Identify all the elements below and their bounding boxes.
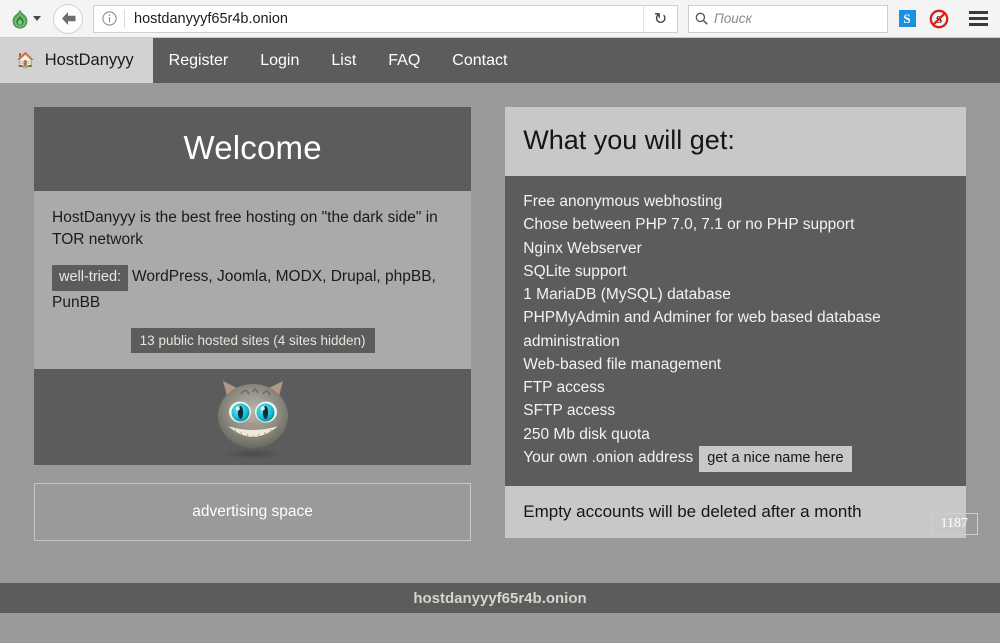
onion-address-label: Your own .onion address xyxy=(523,449,693,466)
sites-badge-wrapper: 13 public hosted sites (4 sites hidden) xyxy=(52,328,453,353)
advertising-space-label: advertising space xyxy=(192,503,313,521)
info-circle-icon[interactable] xyxy=(94,6,124,32)
list-item: 1 MariaDB (MySQL) database xyxy=(523,283,948,306)
chevron-down-icon xyxy=(33,16,41,21)
hamburger-bar xyxy=(969,23,988,26)
tor-button[interactable] xyxy=(6,6,45,32)
cheshire-cat-icon xyxy=(197,374,309,460)
nav-links: Register Login List FAQ Contact xyxy=(153,38,524,83)
left-column: Welcome HostDanyyy is the best free host… xyxy=(18,107,487,541)
cheshire-cat-panel xyxy=(34,369,471,465)
visitor-counter-badge: 1187 xyxy=(931,513,978,535)
get-nice-name-button[interactable]: get a nice name here xyxy=(699,446,851,472)
site-footer: hostdanyyyf65r4b.onion xyxy=(0,583,1000,613)
right-column: What you will get: Free anonymous webhos… xyxy=(487,107,982,541)
url-text[interactable]: hostdanyyyf65r4b.onion xyxy=(125,11,643,27)
hamburger-bar xyxy=(969,17,988,20)
features-panel: What you will get: Free anonymous webhos… xyxy=(505,107,966,538)
list-item: SFTP access xyxy=(523,399,948,422)
noscript-icon[interactable]: S xyxy=(926,6,952,32)
well-tried-badge: well-tried: xyxy=(52,265,128,291)
features-footer-note: Empty accounts will be deleted after a m… xyxy=(505,486,966,538)
list-item: FTP access xyxy=(523,376,948,399)
cms-line: well-tried:WordPress, Joomla, MODX, Drup… xyxy=(52,265,453,314)
search-input-placeholder[interactable]: Поиск xyxy=(714,11,752,26)
welcome-panel: Welcome HostDanyyy is the best free host… xyxy=(34,107,471,541)
features-heading: What you will get: xyxy=(505,107,966,176)
list-item: Free anonymous webhosting xyxy=(523,190,948,213)
welcome-heading: Welcome xyxy=(34,107,471,191)
list-item: Nginx Webserver xyxy=(523,237,948,260)
site-navbar: 🏠 HostDanyyy Register Login List FAQ Con… xyxy=(0,38,1000,83)
list-item: Chose between PHP 7.0, 7.1 or no PHP sup… xyxy=(523,213,948,236)
content-columns: Welcome HostDanyyy is the best free host… xyxy=(0,107,1000,541)
nav-link-login[interactable]: Login xyxy=(244,38,315,83)
hamburger-bar xyxy=(969,11,988,14)
list-item: 250 Mb disk quota xyxy=(523,423,948,446)
list-item: Web-based file management xyxy=(523,353,948,376)
page-body: Welcome HostDanyyy is the best free host… xyxy=(0,83,1000,613)
nav-link-list[interactable]: List xyxy=(315,38,372,83)
nav-link-contact[interactable]: Contact xyxy=(436,38,523,83)
arrow-left-icon xyxy=(60,11,77,26)
footer-onion-address: hostdanyyyf65r4b.onion xyxy=(413,590,586,607)
advertising-space[interactable]: advertising space xyxy=(34,483,471,541)
nav-brand-label: HostDanyyy xyxy=(45,51,134,70)
features-body: Free anonymous webhosting Chose between … xyxy=(505,176,966,486)
nav-link-register[interactable]: Register xyxy=(153,38,245,83)
nav-link-faq[interactable]: FAQ xyxy=(372,38,436,83)
hamburger-menu-icon[interactable] xyxy=(962,5,994,33)
url-bar[interactable]: hostdanyyyf65r4b.onion ↻ xyxy=(93,5,678,33)
list-item: SQLite support xyxy=(523,260,948,283)
https-everywhere-label: S xyxy=(899,10,916,27)
reload-icon[interactable]: ↻ xyxy=(643,6,677,32)
nav-brand-home[interactable]: 🏠 HostDanyyy xyxy=(0,38,153,83)
onion-icon xyxy=(10,8,30,30)
back-button[interactable] xyxy=(53,4,83,34)
search-icon xyxy=(695,12,708,25)
welcome-intro-text: HostDanyyy is the best free hosting on "… xyxy=(52,207,453,251)
search-box[interactable]: Поиск xyxy=(688,5,888,33)
welcome-body: HostDanyyy is the best free hosting on "… xyxy=(34,191,471,369)
list-item-onion-address: Your own .onion address get a nice name h… xyxy=(523,446,948,472)
list-item: PHPMyAdmin and Adminer for web based dat… xyxy=(523,306,948,353)
hosted-sites-badge[interactable]: 13 public hosted sites (4 sites hidden) xyxy=(131,328,375,353)
features-list: Free anonymous webhosting Chose between … xyxy=(523,190,948,472)
browser-toolbar: hostdanyyyf65r4b.onion ↻ Поиск S S xyxy=(0,0,1000,38)
https-everywhere-icon[interactable]: S xyxy=(894,6,920,32)
home-icon: 🏠 xyxy=(16,53,35,68)
